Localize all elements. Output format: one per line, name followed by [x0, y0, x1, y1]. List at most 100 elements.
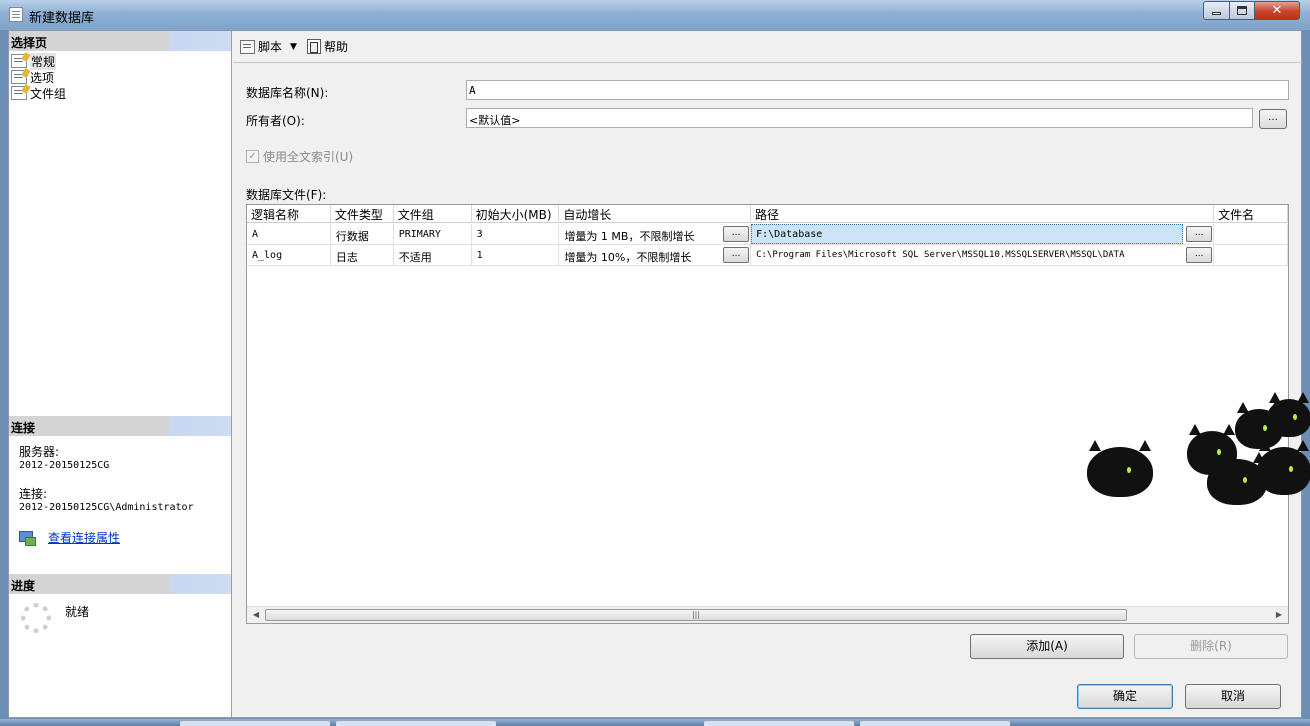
cell-autogrowth[interactable]: 增量为 10%，不限制增长 ... [559, 245, 752, 266]
connection-properties-icon [19, 530, 36, 546]
connection-header: 连接 [9, 416, 231, 436]
autogrowth-browse-button[interactable]: ... [723, 226, 750, 242]
progress-status: 就绪 [65, 605, 90, 619]
window-app-icon [9, 7, 23, 22]
add-button[interactable]: 添加(A) [970, 634, 1124, 659]
remove-button[interactable]: 删除(R) [1134, 634, 1288, 659]
path-browse-button[interactable]: ... [1186, 247, 1213, 263]
column-header-file-type[interactable]: 文件类型 [331, 205, 394, 223]
owner-input[interactable]: <默认值> [466, 108, 1253, 128]
cat-eye [1289, 466, 1293, 473]
db-name-input[interactable]: A [466, 80, 1289, 100]
page-icon [11, 86, 27, 100]
cat-eye [1293, 414, 1297, 421]
owner-browse-button[interactable]: ... [1259, 109, 1287, 129]
maximize-button[interactable] [1229, 1, 1255, 20]
page-item-options[interactable]: 选项 [11, 69, 66, 85]
cell-autogrowth[interactable]: 增量为 1 MB，不限制增长 ... [559, 224, 752, 245]
column-header-initial-size[interactable]: 初始大小(MB) [472, 205, 560, 223]
page-item-label: 选项 [30, 70, 55, 85]
owner-label: 所有者(O): [246, 114, 305, 128]
table-row[interactable]: A 行数据 PRIMARY 3 增量为 1 MB，不限制增长 ... F:\Da… [247, 224, 1288, 245]
progress-spinner-icon [21, 603, 51, 633]
close-button[interactable]: ✕ [1254, 1, 1300, 20]
minimize-icon [1212, 12, 1221, 15]
cat-decoration [1267, 392, 1310, 437]
page-item-general[interactable]: 常规 [11, 52, 66, 70]
scroll-left-icon[interactable]: ◀ [248, 608, 264, 622]
cell-initial-size[interactable]: 3 [472, 224, 560, 245]
path-browse-button[interactable]: ... [1186, 226, 1213, 242]
fulltext-row: ✓ 使用全文索引(U) [246, 148, 353, 165]
title-bar: 新建数据库 ✕ [0, 0, 1310, 30]
server-value: 2012-20150125CG [19, 460, 110, 471]
cat-eye [1127, 467, 1131, 473]
cancel-button[interactable]: 取消 [1185, 684, 1281, 709]
page-item-label: 文件组 [30, 86, 67, 101]
fulltext-checkbox[interactable]: ✓ [246, 150, 259, 163]
cat-eye [1243, 477, 1247, 484]
close-icon: ✕ [1271, 3, 1283, 18]
cell-initial-size[interactable]: 1 [472, 245, 560, 266]
horizontal-scrollbar[interactable]: ◀ ||| ▶ [247, 606, 1288, 623]
minimize-button[interactable] [1203, 1, 1230, 20]
table-row[interactable]: A_log 日志 不适用 1 增量为 10%，不限制增长 ... C:\Prog… [247, 245, 1288, 266]
cell-file-name[interactable] [1214, 224, 1288, 245]
page-list: 常规 选项 文件组 [11, 52, 66, 101]
cell-logical-name[interactable]: A_log [247, 245, 331, 266]
help-button[interactable]: 帮助 [306, 38, 348, 55]
column-header-filegroup[interactable]: 文件组 [394, 205, 472, 223]
window-title: 新建数据库 [29, 11, 95, 26]
page-icon [11, 54, 27, 68]
autogrowth-text: 增量为 1 MB，不限制增长 [564, 230, 695, 243]
column-header-path[interactable]: 路径 [751, 205, 1215, 223]
taskbar-item[interactable] [704, 721, 854, 726]
cell-file-name[interactable] [1214, 245, 1288, 266]
view-connection-row: 查看连接属性 [19, 529, 120, 546]
script-button[interactable]: 脚本 ▼ [240, 38, 303, 55]
connection-info: 服务器: 2012-20150125CG 连接: 2012-20150125CG… [19, 446, 194, 514]
cell-filegroup[interactable]: 不适用 [394, 245, 472, 266]
cell-file-type[interactable]: 行数据 [331, 224, 394, 245]
column-header-logical-name[interactable]: 逻辑名称 [247, 205, 331, 223]
view-connection-properties-link[interactable]: 查看连接属性 [48, 529, 120, 546]
dialog-client: 选择页 常规 选项 文件组 连接 服务器: 2012-20150125CG 连接… [8, 30, 1310, 718]
cell-file-type[interactable]: 日志 [331, 245, 394, 266]
maximize-icon [1237, 6, 1247, 15]
db-files-label: 数据库文件(F): [246, 188, 327, 202]
cell-path[interactable]: F:\Database ... [751, 224, 1215, 245]
fulltext-label: 使用全文索引(U) [263, 150, 354, 164]
path-text: C:\Program Files\Microsoft SQL Server\MS… [756, 250, 1125, 260]
connection-value: 2012-20150125CG\Administrator [19, 502, 194, 513]
script-icon [240, 39, 255, 54]
connection-label: 连接: [19, 487, 48, 501]
cell-logical-name[interactable]: A [247, 224, 331, 245]
ok-button[interactable]: 确定 [1077, 684, 1173, 709]
cat-decoration [1257, 440, 1310, 495]
path-text: F:\Database [756, 229, 823, 240]
cell-filegroup[interactable]: PRIMARY [394, 224, 472, 245]
help-label: 帮助 [323, 40, 348, 54]
taskbar-strip [0, 719, 1310, 726]
chevron-down-icon[interactable]: ▼ [290, 42, 297, 52]
help-icon [306, 39, 321, 54]
autogrowth-browse-button[interactable]: ... [723, 247, 750, 263]
scroll-right-icon[interactable]: ▶ [1271, 608, 1287, 622]
decorative-sticker [1087, 379, 1310, 519]
server-label: 服务器: [19, 445, 60, 459]
page-item-filegroups[interactable]: 文件组 [11, 85, 66, 101]
autogrowth-text: 增量为 10%，不限制增长 [564, 251, 692, 264]
column-header-autogrowth[interactable]: 自动增长 [559, 205, 752, 223]
db-name-label: 数据库名称(N): [246, 86, 329, 100]
toolbar: 脚本 ▼ 帮助 [233, 31, 1302, 63]
column-header-file-name[interactable]: 文件名 [1214, 205, 1288, 223]
cell-path[interactable]: C:\Program Files\Microsoft SQL Server\MS… [751, 245, 1215, 266]
taskbar-item[interactable] [180, 721, 330, 726]
grid-header-row: 逻辑名称 文件类型 文件组 初始大小(MB) 自动增长 路径 文件名 [247, 205, 1288, 223]
select-page-header: 选择页 [9, 31, 231, 51]
cat-decoration [1087, 440, 1153, 497]
taskbar-item[interactable] [860, 721, 1010, 726]
scrollbar-thumb[interactable]: ||| [265, 609, 1127, 621]
page-item-label: 常规 [30, 52, 57, 70]
taskbar-item[interactable] [336, 721, 496, 726]
